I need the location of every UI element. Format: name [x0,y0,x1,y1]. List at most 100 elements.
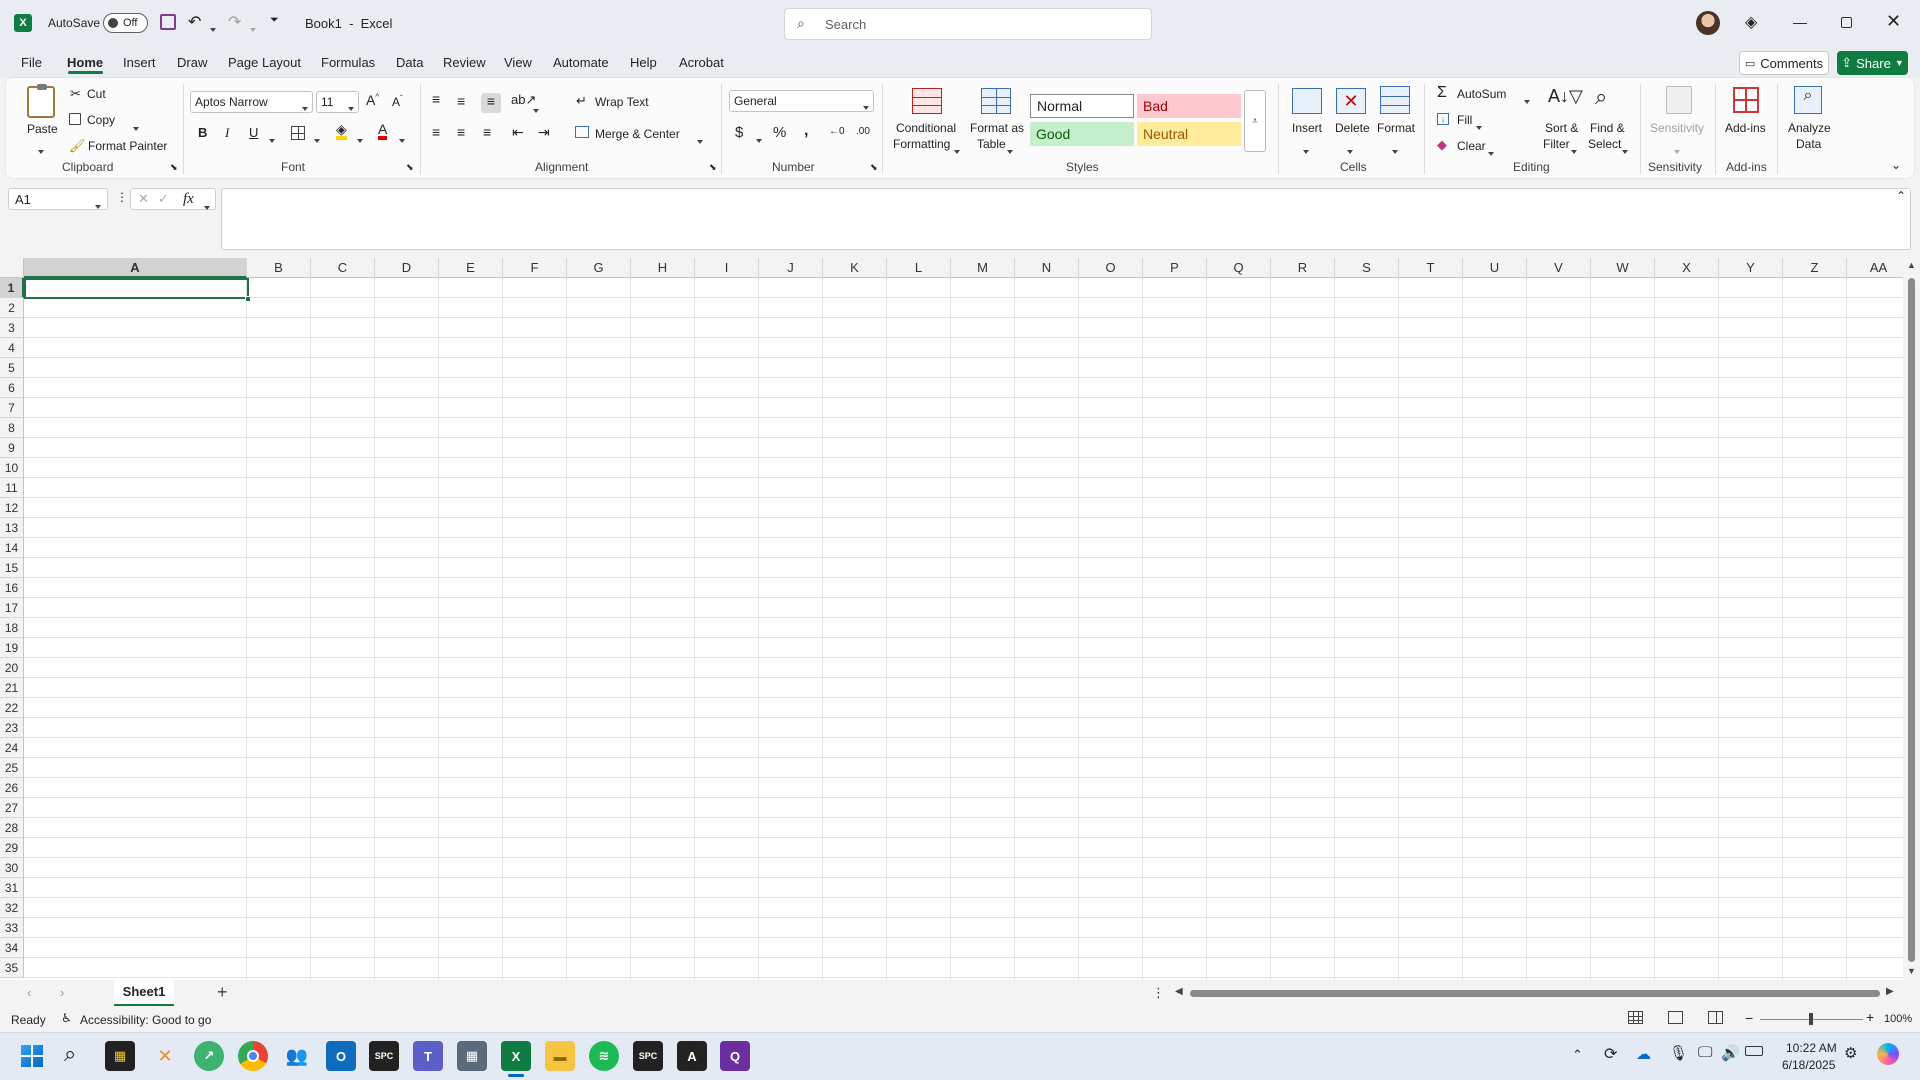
column-header-U[interactable]: U [1463,258,1527,278]
excel-taskbar-icon[interactable]: X [501,1041,531,1071]
minimize-icon[interactable]: — [1788,12,1812,32]
column-header-W[interactable]: W [1591,258,1655,278]
page-break-view-icon[interactable] [1708,1011,1723,1024]
row-header-23[interactable]: 23 [0,718,24,738]
worksheet-grid[interactable]: A B C D E F G H I J K L M N O P Q R S T U V W X Y Z AA 1 2 3 4 5 6 7 8 9 10… [0,258,1920,980]
tab-acrobat[interactable]: Acrobat [679,55,724,70]
tab-page-layout[interactable]: Page Layout [228,55,301,70]
insert-function-icon[interactable]: fx [183,191,194,208]
active-cell-A1[interactable] [24,278,249,299]
purple-app-icon[interactable]: Q [720,1041,750,1071]
sensitivity-dropdown-icon[interactable] [1674,142,1680,157]
sheet-options-icon[interactable]: ⋮ [1152,985,1165,1001]
row-header-27[interactable]: 27 [0,798,24,818]
column-header-D[interactable]: D [375,258,439,278]
teams-icon[interactable]: T [413,1041,443,1071]
cancel-icon[interactable]: ✕ [138,191,149,207]
row-header-13[interactable]: 13 [0,518,24,538]
calculator-icon[interactable]: ▦ [457,1041,487,1071]
enter-icon[interactable]: ✓ [158,191,169,207]
percent-icon[interactable]: % [773,124,786,141]
clock-time[interactable]: 10:22 AM [1786,1041,1837,1055]
scroll-down-icon[interactable]: ▼ [1907,966,1916,976]
cell-area[interactable] [24,278,1911,980]
clear-button[interactable]: Clear [1457,139,1486,153]
premium-diamond-icon[interactable]: ◈ [1745,12,1757,32]
row-header-20[interactable]: 20 [0,658,24,678]
row-header-16[interactable]: 16 [0,578,24,598]
orientation-dropdown-icon[interactable] [533,101,539,116]
font-color-dropdown-icon[interactable] [399,131,405,146]
autosave-toggle[interactable]: Off [103,13,148,33]
delete-cells-button[interactable]: Delete [1335,121,1370,135]
paste-dropdown-icon[interactable] [38,142,44,157]
ribbon-collapse-icon[interactable]: ⌄ [1891,158,1901,172]
fill-color-dropdown-icon[interactable] [357,131,363,146]
row-header-9[interactable]: 9 [0,438,24,458]
taskbar-search-icon[interactable]: ⌕ [64,1041,76,1067]
autosum-button[interactable]: AutoSum [1457,87,1506,101]
column-header-O[interactable]: O [1079,258,1143,278]
row-header-24[interactable]: 24 [0,738,24,758]
file-explorer-icon[interactable]: ▬ [545,1041,575,1071]
chrome-icon[interactable] [238,1041,268,1071]
tab-automate[interactable]: Automate [553,55,609,70]
spc-app-2-icon[interactable]: SPC [633,1041,663,1071]
clipboard-launcher-icon[interactable]: ⬊ [170,162,178,173]
column-header-Z[interactable]: Z [1783,258,1847,278]
row-header-22[interactable]: 22 [0,698,24,718]
format-as-table-button[interactable]: Format as [970,121,1024,135]
borders-dropdown-icon[interactable] [314,131,320,146]
column-header-A[interactable]: A [24,258,247,278]
column-header-C[interactable]: C [311,258,375,278]
display-icon[interactable]: 🖵 [1698,1044,1712,1061]
scroll-up-icon[interactable]: ▲ [1907,260,1916,270]
undo-icon[interactable]: ↶ [188,12,201,32]
row-header-3[interactable]: 3 [0,318,24,338]
column-header-N[interactable]: N [1015,258,1079,278]
find-select-button[interactable]: Find & [1590,121,1625,135]
column-header-Q[interactable]: Q [1207,258,1271,278]
wrap-text-button[interactable]: Wrap Text [595,95,649,109]
comments-button[interactable]: ▭ Comments [1739,51,1829,75]
conditional-dropdown-icon[interactable] [954,142,960,157]
analyze-data-button[interactable]: Analyze [1788,121,1831,135]
clock-date[interactable]: 6/18/2025 [1782,1058,1835,1072]
save-icon[interactable] [160,14,176,30]
outlook-icon[interactable]: O [326,1041,356,1071]
column-header-K[interactable]: K [823,258,887,278]
share-button[interactable]: ⇪ Share ▼ [1837,51,1908,75]
row-header-7[interactable]: 7 [0,398,24,418]
close-icon[interactable]: ✕ [1886,11,1901,32]
horizontal-scroll-thumb[interactable] [1190,990,1880,997]
insert-dropdown-icon[interactable] [1303,142,1309,157]
column-header-M[interactable]: M [951,258,1015,278]
row-header-15[interactable]: 15 [0,558,24,578]
format-table-dropdown-icon[interactable] [1007,142,1013,157]
merge-dropdown-icon[interactable] [697,132,703,147]
spc-app-icon[interactable]: SPC [369,1041,399,1071]
row-header-35[interactable]: 35 [0,958,24,978]
windows-start-icon[interactable] [21,1045,43,1067]
borders-icon[interactable] [291,126,305,140]
row-header-30[interactable]: 30 [0,858,24,878]
orange-app-icon[interactable]: ✕ [150,1041,180,1071]
zoom-in-icon[interactable]: + [1866,1009,1874,1025]
horizontal-scrollbar[interactable]: ◀ ▶ [1172,984,1898,1002]
customize-qat-icon[interactable]: ⏷ [270,14,279,27]
align-right-icon[interactable]: ≡ [483,124,491,140]
prev-sheet-icon[interactable]: ‹ [27,985,31,1000]
column-header-X[interactable]: X [1655,258,1719,278]
row-header-31[interactable]: 31 [0,878,24,898]
people-app-icon[interactable]: 👥 [282,1041,312,1071]
formula-input[interactable]: ⌃ [221,188,1911,250]
vertical-scroll-thumb[interactable] [1908,278,1915,962]
align-middle-icon[interactable]: ≡ [457,93,465,109]
row-header-18[interactable]: 18 [0,618,24,638]
tab-help[interactable]: Help [630,55,657,70]
name-box[interactable]: A1 [8,188,108,210]
row-header-32[interactable]: 32 [0,898,24,918]
row-header-5[interactable]: 5 [0,358,24,378]
page-layout-view-icon[interactable] [1668,1011,1683,1024]
alignment-launcher-icon[interactable]: ⬊ [709,162,717,173]
